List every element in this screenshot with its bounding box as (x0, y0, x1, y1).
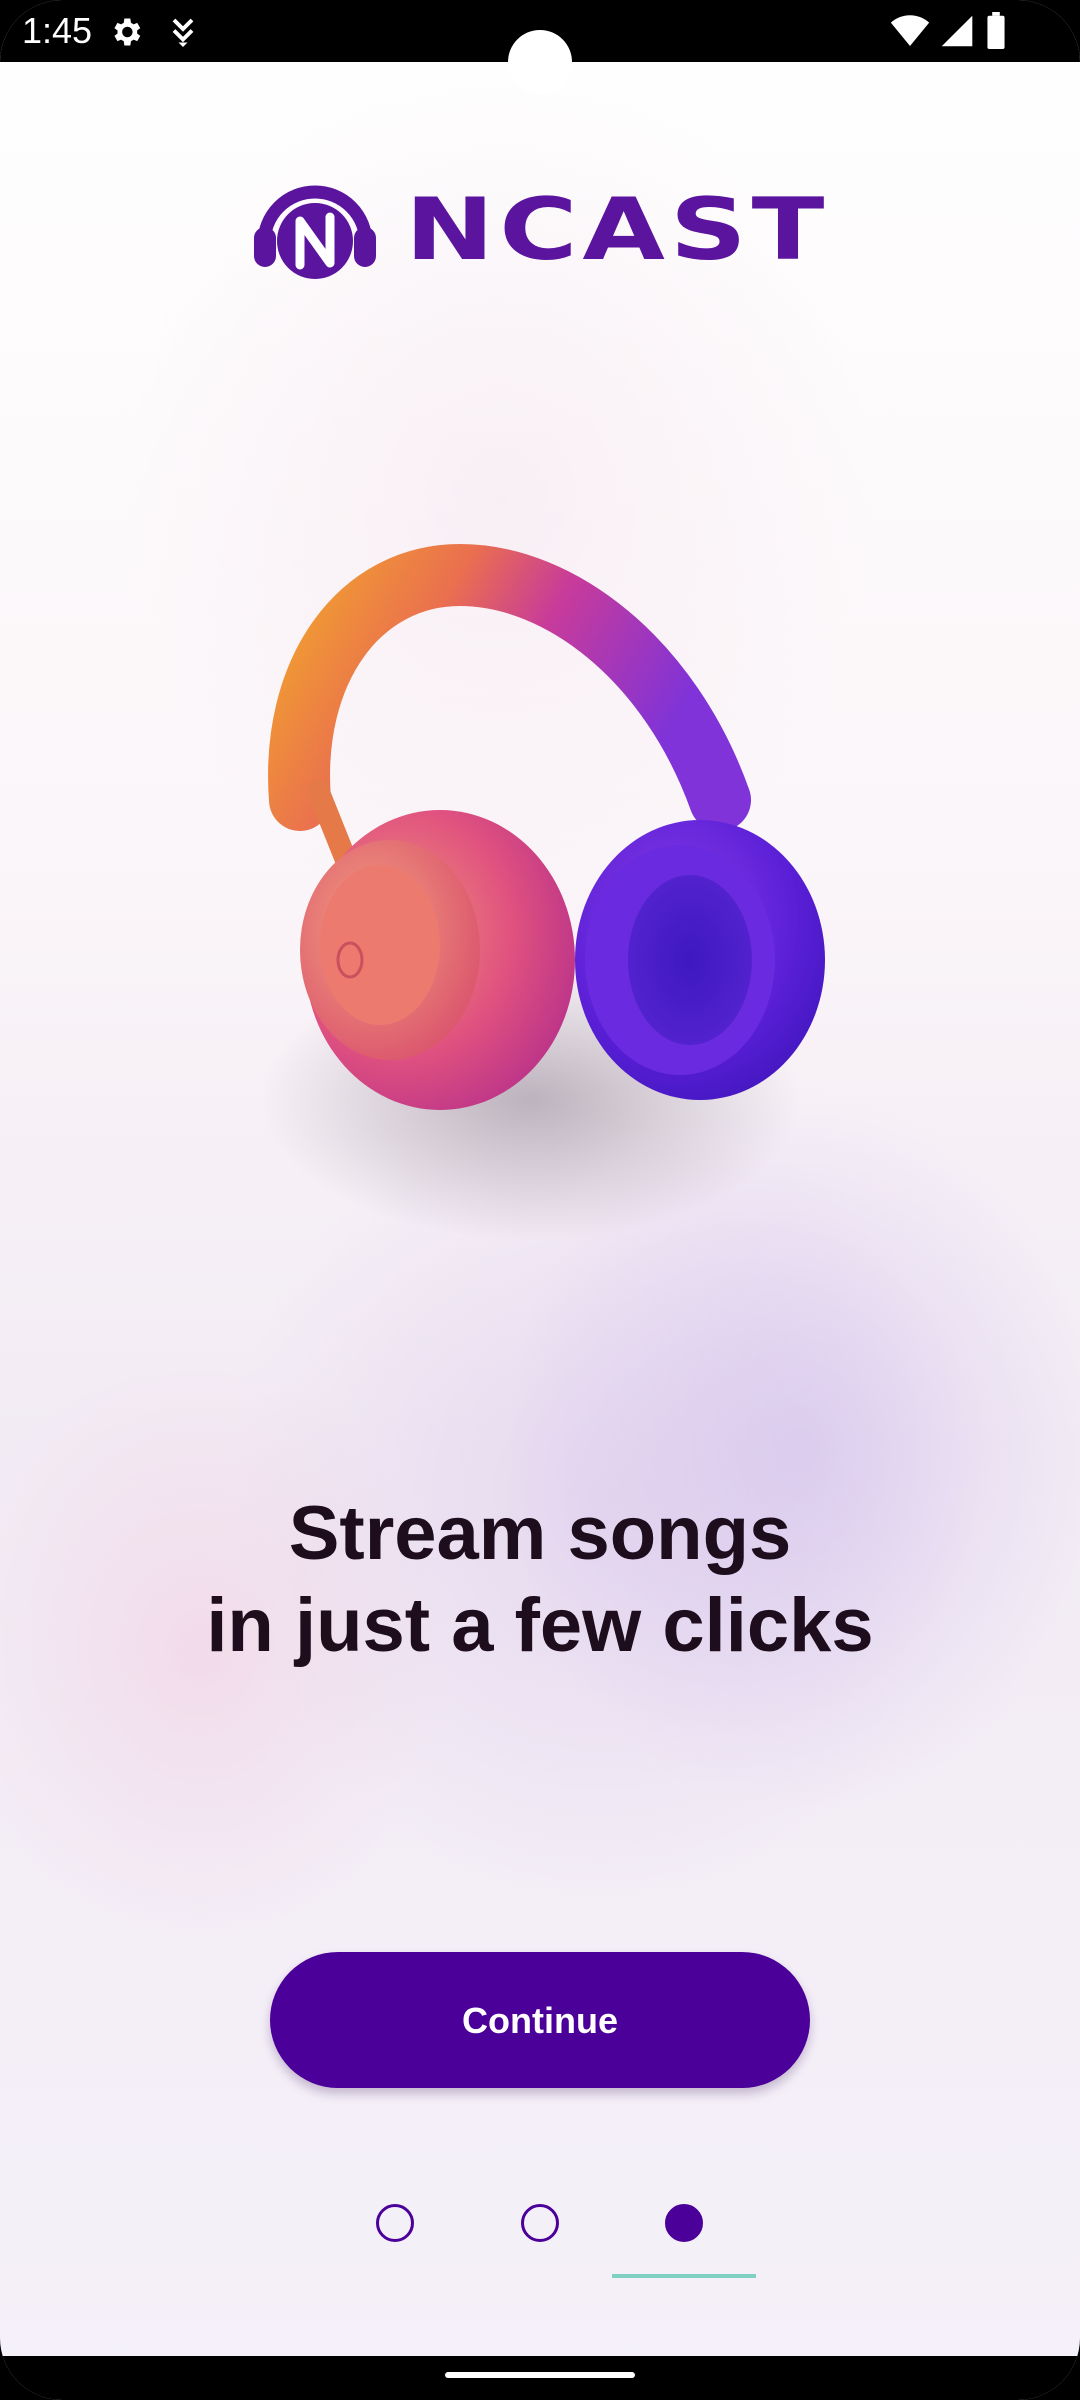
ncast-logo: NCAST (250, 165, 830, 295)
headline: Stream songs in just a few clicks (0, 1488, 1080, 1672)
system-nav-bar (0, 2356, 1080, 2400)
pager-dot-2[interactable] (521, 2204, 559, 2242)
cell-signal-icon (941, 15, 973, 47)
camera-cutout (508, 30, 572, 94)
headphones-illustration (260, 543, 825, 1240)
gear-icon (114, 18, 141, 46)
phone-frame: 1:45 NCAST Stream songs in just a few cl… (0, 0, 1080, 2400)
pager-dot-3[interactable] (665, 2204, 703, 2242)
headline-line-2: in just a few clicks (206, 1583, 874, 1668)
continue-button[interactable]: Continue (270, 1952, 810, 2088)
headphones-logo-icon (254, 185, 376, 279)
logo-text: NCAST (405, 180, 830, 280)
onboarding-screen: 1:45 NCAST Stream songs in just a few cl… (0, 0, 1080, 2400)
status-time: 1:45 (22, 10, 93, 51)
wifi-icon (890, 15, 930, 46)
pager-dot-1[interactable] (376, 2204, 414, 2242)
headline-line-1: Stream songs (288, 1491, 792, 1576)
pager-active-indicator (612, 2274, 756, 2278)
gesture-handle[interactable] (445, 2372, 635, 2378)
battery-icon (987, 12, 1005, 50)
download-status-icon (172, 18, 194, 47)
